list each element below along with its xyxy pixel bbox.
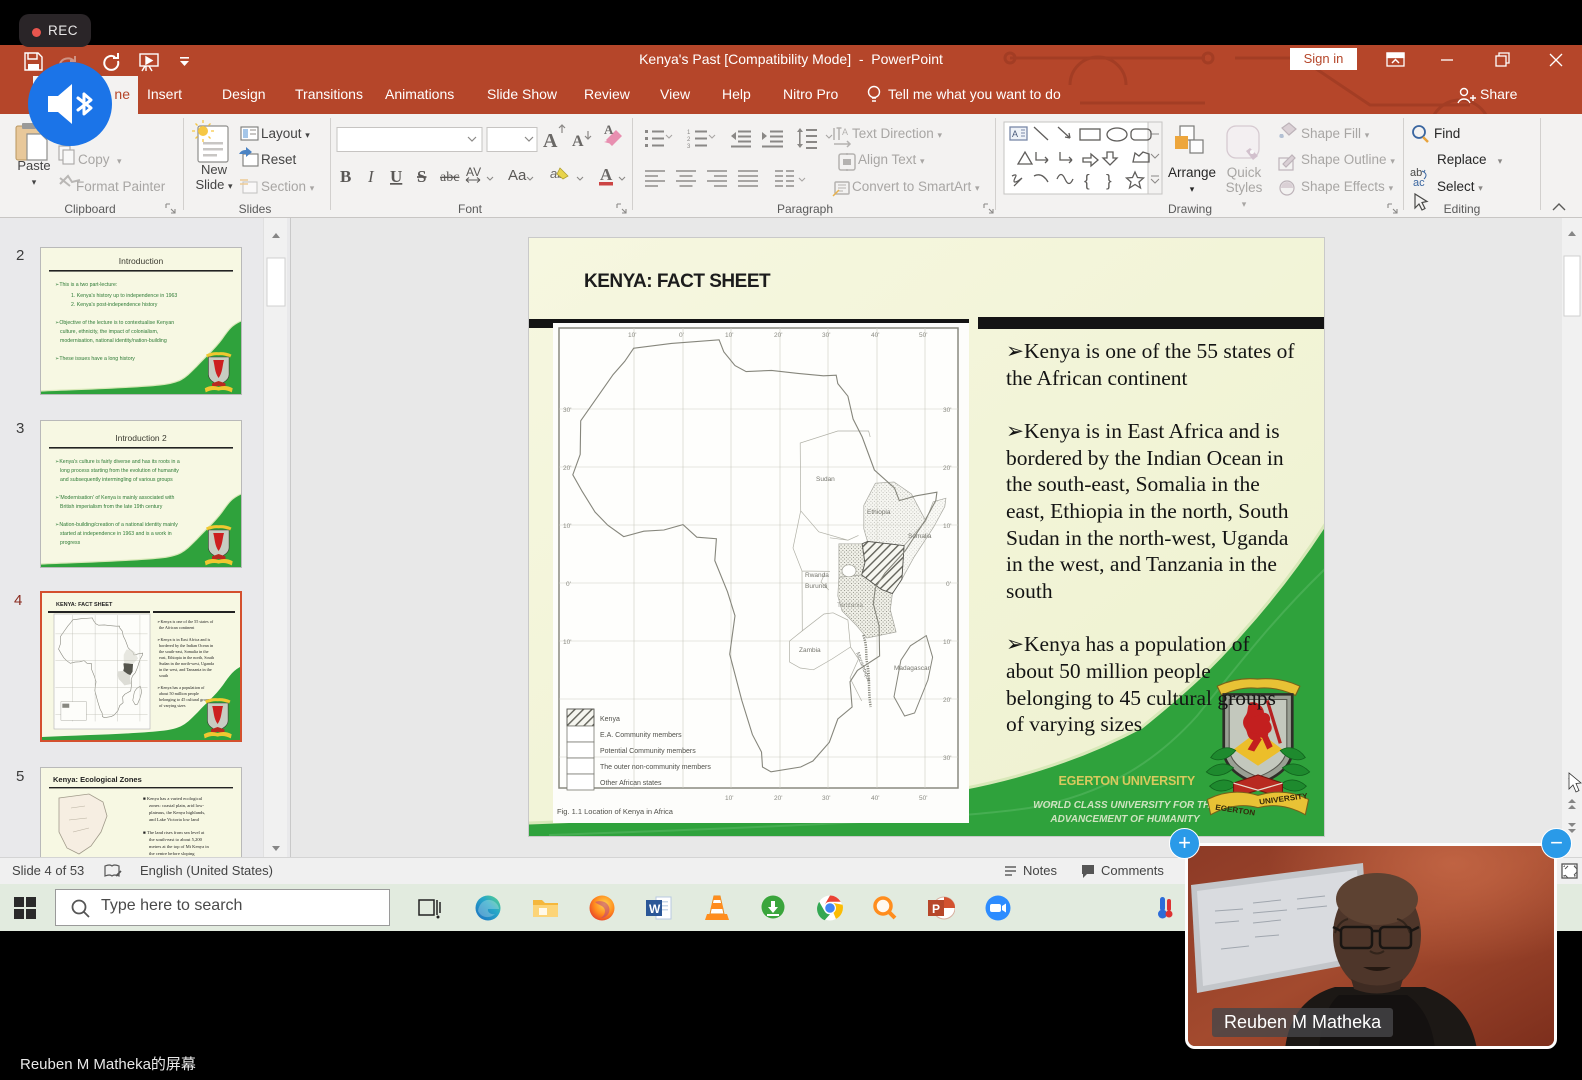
svg-text:Zambia: Zambia [799,647,821,654]
svg-text:U: U [390,167,402,186]
svg-text:Somalia: Somalia [908,533,932,540]
svg-text:40': 40' [871,332,879,339]
svg-text:20': 20' [774,795,782,802]
svg-text:modernisation, national identi: modernisation, national identity/nation-… [60,338,167,344]
svg-text:➢Objective of the lecture is t: ➢Objective of the lecture is to contextu… [55,320,174,326]
svg-text:south: south [159,673,169,678]
svg-text:50': 50' [919,795,927,802]
svg-text:20': 20' [943,465,951,472]
svg-text:■ Kenya has a varied ecologica: ■ Kenya has a varied ecological [143,796,203,801]
svg-text:I: I [367,167,375,186]
svg-text:W: W [649,902,661,916]
svg-text:ac: ac [1413,177,1425,189]
svg-text:10': 10' [628,332,636,339]
svg-text:Introduction: Introduction [119,256,164,266]
svg-text:10': 10' [725,332,733,339]
svg-text:Kenya: Kenya [600,716,620,723]
svg-text:30': 30' [943,755,951,762]
svg-text:30': 30' [943,407,951,414]
svg-text:30': 30' [822,332,830,339]
svg-text:Aa: Aa [508,167,527,184]
svg-text:Burundi: Burundi [805,583,827,590]
svg-text:Potential Community members: Potential Community members [600,748,696,755]
svg-text:0': 0' [946,581,951,588]
svg-text:Tanzania: Tanzania [837,602,863,609]
svg-text:➢Kenya has a population of: ➢Kenya has a population of [157,685,205,690]
svg-text:culture, ethnicity, the impact: culture, ethnicity, the impact of coloni… [60,329,158,335]
svg-text:➢This is a two part-lecture:: ➢This is a two part-lecture: [55,282,117,288]
svg-text:and Lake Victoria low land: and Lake Victoria low land [149,817,200,822]
svg-text:2. Kenya's post-independence h: 2. Kenya's post-independence history [71,302,158,308]
svg-text:A: A [604,122,614,137]
svg-text:about 50 million people: about 50 million people [159,691,199,696]
svg-text:long process starting from the: long process starting from the evolution… [60,468,179,474]
svg-text:Madagascar: Madagascar [894,665,931,672]
svg-text:the centre before sloping: the centre before sloping [149,851,195,856]
svg-text:AV: AV [466,165,481,179]
svg-text:A: A [543,130,558,152]
svg-text:10': 10' [943,523,951,530]
svg-text:Introduction 2: Introduction 2 [115,433,167,443]
svg-text:30': 30' [822,795,830,802]
svg-text:➢Kenya is one of the 55 states: ➢Kenya is one of the 55 states of [157,619,214,624]
svg-text:Fig. 1.1 Location of Kenya in: Fig. 1.1 Location of Kenya in Africa [557,807,674,816]
svg-text:of varying sizes: of varying sizes [159,703,186,708]
svg-text:40': 40' [871,795,879,802]
svg-text:A: A [842,127,848,137]
svg-text:A: A [600,165,613,184]
svg-text:50': 50' [919,332,927,339]
svg-text:British imperialism from the l: British imperialism from the late 19th c… [60,504,163,510]
svg-text:10': 10' [563,523,571,530]
svg-text:A: A [1012,129,1018,139]
svg-text:{: { [1084,171,1090,190]
svg-text:10': 10' [725,795,733,802]
svg-text:metres at the top of Mt Kenya: metres at the top of Mt Kenya in [149,844,210,849]
svg-text:E.A. Community members: E.A. Community members [600,732,682,739]
svg-text:20': 20' [943,697,951,704]
svg-text:1: 1 [687,130,691,136]
svg-text:30': 30' [563,407,571,414]
svg-text:➢Nation-building/creation of a: ➢Nation-building/creation of a national … [55,522,178,528]
svg-text:abc: abc [440,170,459,185]
svg-text:Other African states: Other African states [600,780,662,787]
svg-text:}: } [1106,171,1112,190]
svg-text:B: B [340,167,351,186]
svg-text:0': 0' [566,581,571,588]
svg-text:10': 10' [943,639,951,646]
svg-text:KENYA: FACT SHEET: KENYA: FACT SHEET [56,602,113,608]
svg-text:bordered by the Indian Ocean i: bordered by the Indian Ocean in [159,643,214,648]
svg-text:■ The land rises from sea leve: ■ The land rises from sea level at [143,830,205,835]
svg-text:A: A [572,133,584,150]
svg-text:20': 20' [774,332,782,339]
svg-text:and subsequently intermingling: and subsequently intermingling of variou… [60,477,173,483]
svg-text:P: P [932,902,940,916]
svg-text:➢Kenya's culture is fairly div: ➢Kenya's culture is fairly diverse and h… [55,459,180,465]
svg-text:➢'Modernisation' of Kenya is m: ➢'Modernisation' of Kenya is mainly asso… [55,495,174,501]
svg-text:0': 0' [679,332,684,339]
svg-text:3: 3 [687,144,691,150]
svg-text:20': 20' [563,465,571,472]
svg-text:belonging to 45 cultural group: belonging to 45 cultural groups [159,697,212,702]
svg-text:➢Kenya is in East Africa and i: ➢Kenya is in East Africa and is [157,637,211,642]
svg-text:progress: progress [60,540,81,546]
svg-text:started at independence in 196: started at independence in 1963 and is a… [60,531,172,537]
svg-text:10': 10' [563,639,571,646]
svg-text:2: 2 [687,137,691,143]
svg-text:The outer non-community member: The outer non-community members [600,764,711,771]
svg-text:Sudan: Sudan [816,476,835,483]
svg-text:1. Kenya's history up to indep: 1. Kenya's history up to independence in… [71,293,177,299]
svg-text:the African continent: the African continent [159,625,195,630]
svg-text:S: S [417,167,426,186]
svg-text:Rwanda: Rwanda [805,572,829,579]
svg-text:Ethiopia: Ethiopia [867,509,891,516]
svg-text:➢These issues have a long hist: ➢These issues have a long history [55,356,135,362]
svg-text:Kenya: Ecological Zones: Kenya: Ecological Zones [53,775,142,784]
